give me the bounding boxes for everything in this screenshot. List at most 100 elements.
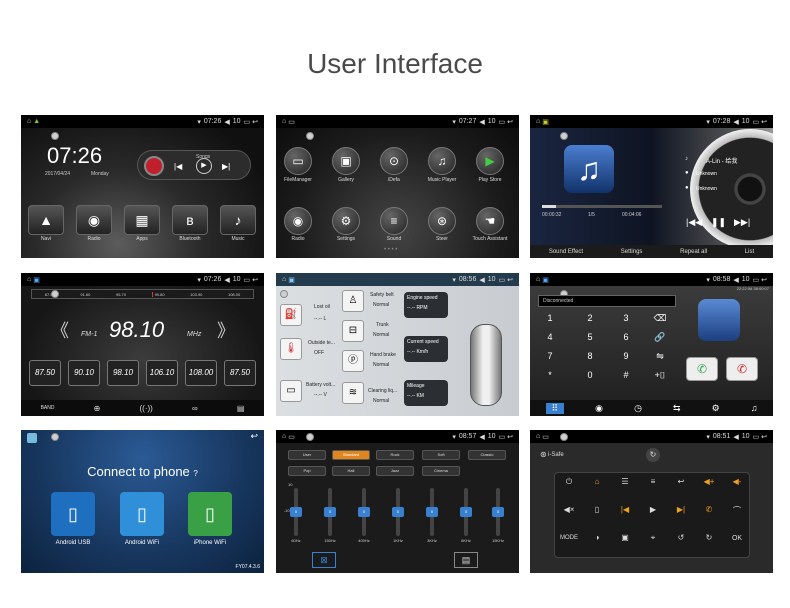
key-7[interactable]: 7 (540, 351, 560, 361)
radio-icon[interactable]: ◉ (284, 207, 312, 235)
key-0[interactable]: 0 (580, 370, 600, 380)
key-5[interactable]: 5 (580, 332, 600, 342)
assistive-dot[interactable] (280, 290, 288, 298)
rotate-left-icon[interactable]: ↺ (671, 533, 691, 542)
preset-6[interactable]: 87.50 (224, 360, 256, 386)
settings-icon[interactable]: ⚙ (712, 403, 720, 414)
slider-knob[interactable]: 0 (492, 507, 504, 517)
music-widget[interactable]: Songs |◀ ▶ ▶| (137, 150, 251, 180)
seek-back-icon[interactable]: 《 (51, 317, 69, 343)
phone-transfer-icon[interactable]: ⇆ (673, 403, 681, 414)
volume-up-icon[interactable]: ◀+ (699, 477, 719, 486)
key-2[interactable]: 2 (580, 313, 600, 323)
eq-slider[interactable]: 0 (492, 488, 504, 536)
pause-icon[interactable]: ❚❚ (711, 217, 726, 228)
key-8[interactable]: 8 (580, 351, 600, 361)
eq-hall[interactable]: Hall (332, 466, 370, 476)
home-icon[interactable]: ⌂ (27, 276, 31, 283)
recent-apps-icon[interactable]: ▭ (753, 433, 760, 441)
iphone-wifi-button[interactable]: ▯ (188, 492, 232, 536)
navi-icon[interactable]: ▲ (28, 205, 64, 235)
prev-icon[interactable]: |◀◀ (686, 217, 702, 228)
link-icon[interactable]: 🔗 (650, 332, 670, 343)
music-icon[interactable]: ♪ (220, 205, 256, 235)
home-icon[interactable]: ⌂ (282, 118, 286, 125)
preset-1[interactable]: 87.50 (29, 360, 61, 386)
volume-down-icon[interactable]: ◀- (727, 477, 747, 486)
settings-icon[interactable]: ⚙ (332, 207, 360, 235)
back-icon[interactable]: ↩ (761, 118, 767, 126)
eq-slider[interactable]: 0 (460, 488, 472, 536)
call-icon[interactable]: ✆ (699, 505, 719, 514)
eq-user[interactable]: User (288, 450, 326, 460)
backspace-icon[interactable]: ⌫ (650, 313, 670, 324)
recent-apps-icon[interactable]: ▭ (499, 433, 506, 441)
bluetooth-icon[interactable]: ʙ (172, 205, 208, 235)
back-icon[interactable]: ↩ (507, 276, 513, 284)
eq-soft[interactable]: Soft (422, 450, 460, 460)
search-icon[interactable]: ⊕ (94, 404, 101, 413)
key-1[interactable]: 1 (540, 313, 560, 323)
eq-slider[interactable]: 0 (358, 488, 370, 536)
home-icon[interactable]: ⌂ (536, 276, 540, 283)
hangup-button[interactable]: ✆ (726, 357, 758, 381)
recent-apps-icon[interactable]: ▭ (753, 118, 760, 126)
slider-knob[interactable]: 0 (290, 507, 302, 517)
frequency-scale[interactable]: 87.50 91.60 95.70 99.80 103.90 108.00 (31, 289, 254, 299)
back-icon[interactable]: ↩ (252, 276, 258, 284)
key-6[interactable]: 6 (616, 332, 636, 342)
radio-icon[interactable]: ▣ (615, 533, 635, 542)
assistive-dot[interactable] (51, 290, 59, 298)
phone-app-icon[interactable]: ▯ (587, 505, 607, 514)
tab-list[interactable]: List (745, 249, 754, 255)
assistive-dot[interactable] (306, 132, 314, 140)
key-hash[interactable]: # (616, 370, 636, 380)
stereo-icon[interactable]: ∞ (192, 404, 198, 413)
mute-icon[interactable]: ◀× (559, 505, 579, 514)
mode-button[interactable]: MODE (559, 535, 579, 541)
home-icon[interactable]: ⌂ (587, 477, 607, 486)
idrive-icon[interactable]: ⊙ (380, 147, 408, 175)
tab-settings[interactable]: Settings (621, 249, 643, 255)
back-icon[interactable]: ↩ (761, 276, 767, 284)
back-icon[interactable]: ↩ (507, 433, 513, 441)
eq-cinema[interactable]: Cinema (422, 466, 460, 476)
back-icon[interactable]: ↩ (252, 118, 258, 126)
preset-5[interactable]: 108.00 (185, 360, 217, 386)
eq-slider[interactable]: 0 (392, 488, 404, 536)
equalizer-icon[interactable]: ≡ (643, 477, 663, 486)
play-icon[interactable]: ▶ (196, 158, 212, 174)
preset-3[interactable]: 98.10 (107, 360, 139, 386)
assistive-dot[interactable] (51, 433, 59, 441)
home-icon[interactable]: ⌂ (27, 118, 31, 125)
slider-knob[interactable]: 0 (460, 507, 472, 517)
next-icon[interactable]: ▶| (222, 162, 230, 171)
back-icon[interactable]: ↩ (761, 433, 767, 441)
help-icon[interactable]: ? (193, 469, 197, 478)
band-button[interactable]: BAND (41, 405, 55, 411)
assistive-dot[interactable] (560, 433, 568, 441)
ok-button[interactable]: OK (727, 535, 747, 542)
android-wifi-button[interactable]: ▯ (120, 492, 164, 536)
play-icon[interactable]: ▶ (643, 505, 663, 514)
eq-standard[interactable]: Standard (332, 450, 370, 460)
home-icon[interactable]: ⌂ (536, 433, 540, 440)
plus-icon[interactable]: +⌷ (650, 370, 670, 381)
eq-rock[interactable]: Rock (376, 450, 414, 460)
power-icon[interactable]: ⏻ (559, 477, 579, 487)
android-usb-button[interactable]: ▯ (51, 492, 95, 536)
eq-classic[interactable]: Classic (468, 450, 506, 460)
recent-apps-icon[interactable]: ▭ (244, 276, 251, 284)
location-icon[interactable]: ⌖ (643, 533, 663, 543)
antenna-icon[interactable]: ((·)) (140, 404, 153, 413)
touch-assistant-icon[interactable]: ☚ (476, 207, 504, 235)
transfer-icon[interactable]: ⇋ (650, 351, 670, 362)
end-call-icon[interactable]: ⌒ (727, 505, 747, 516)
previous-icon[interactable]: |◀ (615, 505, 635, 514)
recent-apps-icon[interactable]: ▭ (499, 118, 506, 126)
home-icon[interactable]: ⌂ (536, 118, 540, 125)
key-star[interactable]: * (540, 370, 560, 380)
assistive-dot[interactable] (51, 132, 59, 140)
eq-slider[interactable]: 0 (324, 488, 336, 536)
contacts-icon[interactable]: ◉ (595, 403, 603, 414)
